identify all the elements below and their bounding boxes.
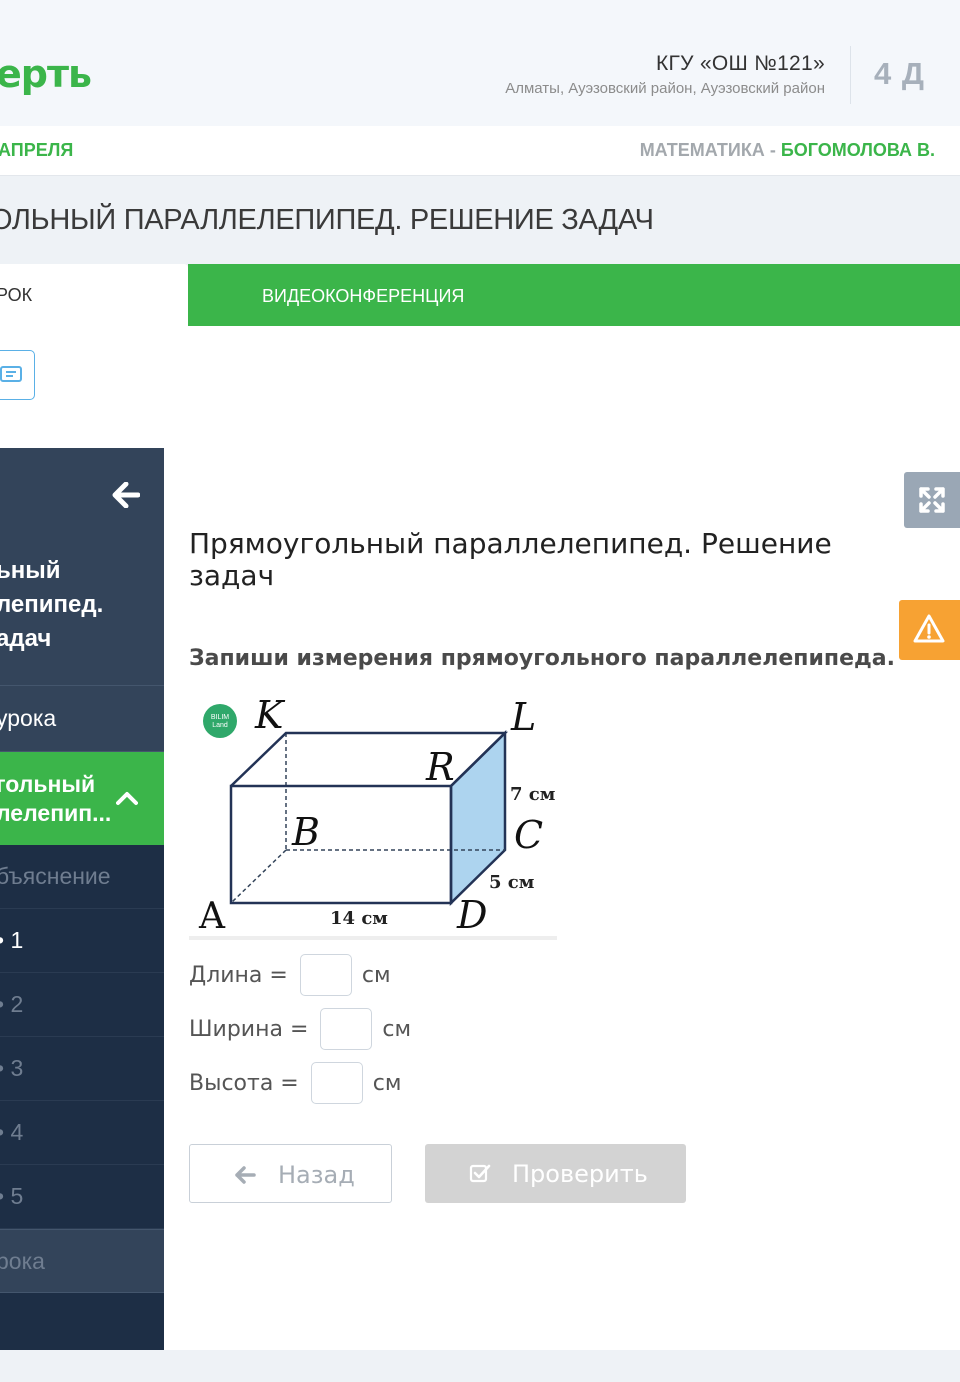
sidebar-item-label: рока: [0, 1248, 45, 1274]
vertex-label-C: C: [514, 813, 543, 857]
back-arrow-icon[interactable]: [112, 482, 140, 508]
length-row: Длина = см: [189, 954, 391, 996]
vertex-label-R: R: [425, 745, 455, 789]
subject-teacher: МАТЕМАТИКА - БОГОМОЛОВА В.: [640, 140, 935, 161]
back-button[interactable]: Назад: [189, 1144, 392, 1203]
width-input[interactable]: [320, 1008, 373, 1050]
length-unit: см: [361, 962, 391, 988]
sidebar-item-lesson-end[interactable]: рока: [0, 1229, 164, 1293]
chat-icon: [0, 366, 22, 382]
school-address: Алматы, Ауэзовский район, Ауэзовский рай…: [505, 80, 825, 97]
page-title: ОЛЬНЫЙ ПАРАЛЛЕЛЕПИПЕД. РЕШЕНИЕ ЗАДАЧ: [0, 204, 654, 236]
tab-lesson[interactable]: РОК: [0, 264, 188, 326]
arrow-left-icon: [235, 1166, 256, 1184]
height-row: Высота = см: [189, 1062, 401, 1104]
expand-icon: [919, 487, 945, 513]
subject-separator: -: [764, 140, 781, 160]
sidebar-item-label: урока: [0, 705, 57, 731]
sidebar-item-label: • 5: [0, 1183, 24, 1209]
sidebar-item-task-3[interactable]: • 3: [0, 1037, 164, 1101]
site-logo[interactable]: ерть: [0, 52, 92, 96]
check-button[interactable]: Проверить: [425, 1144, 686, 1203]
vertex-label-B: B: [291, 810, 320, 854]
lesson-sidebar: ьный лепипед. адач урока гольный лелепип…: [0, 448, 164, 1350]
school-name: КГУ «ОШ №121»: [655, 52, 825, 75]
sidebar-item-task-2[interactable]: • 2: [0, 973, 164, 1037]
vertex-label-D: D: [456, 893, 487, 937]
subject-name: МАТЕМАТИКА: [639, 140, 765, 160]
tab-videoconference[interactable]: ВИДЕОКОНФЕРЕНЦИЯ: [188, 264, 960, 326]
sidebar-item-active-topic[interactable]: гольный лелепип...: [0, 752, 164, 845]
sidebar-item-label: • 2: [0, 991, 24, 1017]
page-footer-gap: [0, 1350, 960, 1382]
width-unit: см: [382, 1016, 412, 1042]
lesson-info-bar: АПРЕЛЯ МАТЕМАТИКА - БОГОМОЛОВА В.: [0, 126, 960, 176]
sidebar-item-task-5[interactable]: • 5: [0, 1165, 164, 1229]
tab-video-label: ВИДЕОКОНФЕРЕНЦИЯ: [262, 286, 465, 306]
class-grade: 4 Д: [874, 56, 925, 91]
sidebar-item-task-1[interactable]: • 1: [0, 909, 164, 973]
lesson-date: АПРЕЛЯ: [0, 140, 74, 160]
width-label: Ширина =: [189, 1016, 309, 1042]
exercise-title: Прямоугольный параллелепипед. Решение за…: [189, 527, 832, 592]
report-problem-button[interactable]: [899, 600, 960, 660]
sidebar-item-label: • 3: [0, 1055, 24, 1081]
header-divider: [850, 46, 851, 104]
sidebar-header: ьный лепипед. адач: [0, 448, 164, 686]
vertex-label-K: K: [254, 693, 286, 737]
sidebar-item-label: гольный лелепип...: [0, 771, 112, 826]
chat-button[interactable]: [0, 350, 35, 400]
teacher-name: БОГОМОЛОВА В.: [780, 140, 935, 160]
task-instruction: Запиши измерения прямоугольного параллел…: [189, 646, 895, 671]
sidebar-item-aim[interactable]: урока: [0, 686, 164, 752]
back-button-label: Назад: [278, 1161, 355, 1189]
fullscreen-button[interactable]: [904, 472, 960, 528]
tab-lesson-label: РОК: [0, 285, 33, 305]
height-unit: см: [372, 1070, 402, 1096]
length-input[interactable]: [299, 954, 352, 996]
sidebar-item-label: • 4: [0, 1119, 24, 1145]
width-label: 5 см: [489, 872, 535, 893]
length-label: Длина =: [189, 962, 288, 988]
length-label: 14 см: [330, 908, 388, 929]
vertex-label-A: A: [198, 896, 226, 937]
sidebar-item-label: • 1: [0, 927, 24, 953]
height-label: Высота =: [189, 1070, 299, 1096]
chevron-up-icon: [116, 792, 138, 805]
sidebar-lesson-title: ьный лепипед. адач: [0, 557, 104, 652]
app-header: ерть КГУ «ОШ №121» Алматы, Ауэзовский ра…: [0, 0, 960, 126]
height-input[interactable]: [310, 1062, 363, 1104]
sidebar-item-task-4[interactable]: • 4: [0, 1101, 164, 1165]
sidebar-item-explanation[interactable]: бъяснение: [0, 845, 164, 909]
warning-icon: [913, 614, 945, 643]
check-button-label: Проверить: [512, 1160, 648, 1188]
sidebar-item-label: бъяснение: [0, 863, 111, 889]
vertex-label-L: L: [510, 695, 536, 739]
school-info: КГУ «ОШ №121» Алматы, Ауэзовский район, …: [505, 52, 825, 97]
parallelepiped-diagram: K L R B C D A 7 см 5 см 14 см: [198, 693, 556, 937]
parallelepiped-figure: BILIM Land K L R B C D A 7 см 5 см 14 см: [189, 690, 557, 940]
checkbox-icon: [469, 1164, 491, 1183]
height-label: 7 см: [510, 784, 556, 805]
width-row: Ширина = см: [189, 1008, 411, 1050]
